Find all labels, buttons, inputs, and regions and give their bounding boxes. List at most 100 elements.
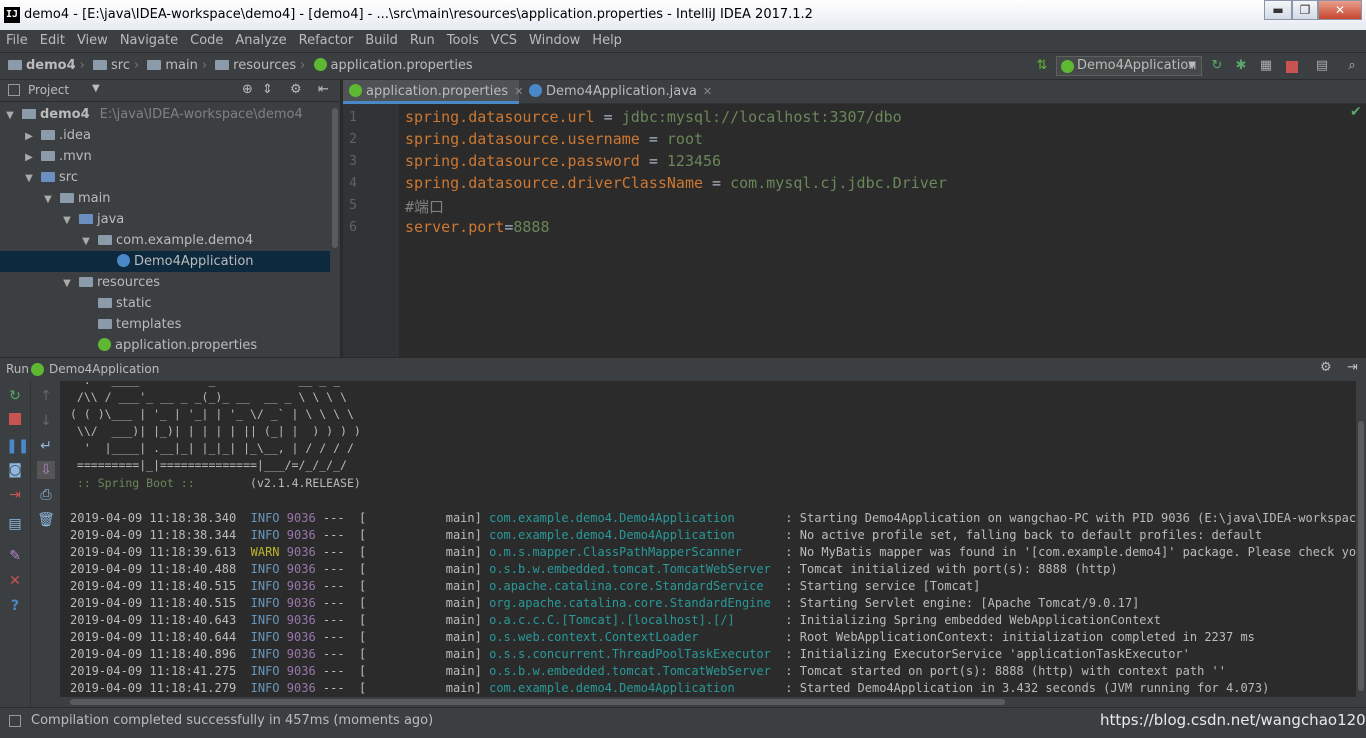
run-panel-label[interactable]: Run — [6, 362, 29, 376]
soft-wrap-icon[interactable]: ↵ — [37, 437, 55, 455]
minimize-button[interactable]: ▬ — [1264, 0, 1292, 20]
console-horizontal-scrollbar[interactable] — [60, 697, 1356, 707]
tree-item--mvn[interactable]: ▶ .mvn — [0, 146, 330, 167]
menu-build[interactable]: Build — [359, 30, 404, 52]
rerun-icon[interactable]: ↻ — [6, 387, 24, 405]
run-config-name[interactable]: Demo4Application — [49, 362, 159, 376]
tree-item-application-properties[interactable]: application.properties — [0, 335, 330, 356]
console-output[interactable]: . ____ _ __ _ _ /\\ / ___'_ __ _ _(_)_ _… — [60, 381, 1356, 697]
tree-item--idea[interactable]: ▶ .idea — [0, 125, 330, 146]
pin-icon[interactable]: ✎ — [6, 547, 24, 565]
expanded-arrow-icon[interactable]: ▼ — [4, 105, 16, 126]
tree-item-demo4application[interactable]: Demo4Application — [0, 251, 330, 272]
exit-icon[interactable]: ⇥ — [6, 486, 24, 504]
chevron-down-icon[interactable]: ▼ — [92, 83, 100, 94]
tree-item-main[interactable]: ▼ main — [0, 188, 330, 209]
collapse-all-icon[interactable]: ⇕ — [262, 82, 273, 97]
coverage-icon[interactable]: ▦ — [1258, 58, 1274, 74]
gear-icon[interactable]: ⚙ — [290, 82, 302, 97]
code-line[interactable]: spring.datasource.url = jdbc:mysql://loc… — [405, 108, 902, 126]
scrollbar-thumb[interactable] — [332, 108, 338, 248]
code-line[interactable]: spring.datasource.driverClassName = com.… — [405, 174, 947, 192]
debug-bug-icon[interactable]: ✱ — [1233, 58, 1249, 74]
menu-window[interactable]: Window — [523, 30, 586, 52]
tab-application-properties[interactable]: application.properties ✕ — [343, 80, 523, 104]
camera-dump-icon[interactable]: ◙ — [6, 461, 24, 479]
menu-view[interactable]: View — [71, 30, 114, 52]
arrow-down-icon[interactable]: ↓ — [37, 412, 55, 430]
layout-icon[interactable]: ▤ — [6, 515, 24, 533]
tree-item-label: Demo4Application — [134, 254, 254, 269]
stop-icon[interactable] — [6, 412, 24, 430]
help-icon[interactable]: ? — [6, 597, 24, 615]
code-line[interactable]: server.port=8888 — [405, 218, 550, 236]
menu-help[interactable]: Help — [586, 30, 628, 52]
print-icon[interactable]: ⎙ — [37, 486, 55, 504]
menu-tools[interactable]: Tools — [441, 30, 485, 52]
project-panel-title[interactable]: Project — [28, 83, 69, 97]
hide-panel-icon[interactable]: ⇥ — [1347, 360, 1358, 375]
tree-item-templates[interactable]: templates — [0, 314, 330, 335]
menu-vcs[interactable]: VCS — [485, 30, 523, 52]
crumb-application-properties[interactable]: application.properties — [313, 58, 473, 73]
code-line[interactable]: spring.datasource.password = 123456 — [405, 152, 721, 170]
log-level: INFO — [250, 681, 280, 695]
tree-item-com-example-demo4[interactable]: ▼ com.example.demo4 — [0, 230, 330, 251]
stop-icon[interactable] — [1286, 61, 1298, 73]
tool-windows-icon[interactable] — [9, 715, 21, 727]
expanded-arrow-icon[interactable]: ▼ — [42, 189, 54, 210]
search-icon[interactable]: ⌕ — [1344, 58, 1360, 74]
log-message: : No MyBatis mapper was found in '[com.e… — [778, 545, 1356, 559]
tree-item-java[interactable]: ▼ java — [0, 209, 330, 230]
property-key: spring.datasource.driverClassName — [405, 174, 704, 192]
expanded-arrow-icon[interactable]: ▼ — [23, 168, 35, 189]
crumb-src[interactable]: src — [93, 58, 130, 73]
close-button[interactable]: ✕ — [1318, 0, 1362, 20]
scrollbar-thumb[interactable] — [70, 699, 1005, 705]
menu-file[interactable]: File — [0, 30, 34, 52]
code-line[interactable]: spring.datasource.username = root — [405, 130, 703, 148]
rerun-icon[interactable]: ↻ — [1209, 58, 1225, 74]
tree-item-static[interactable]: static — [0, 293, 330, 314]
menu-code[interactable]: Code — [184, 30, 229, 52]
tree-item-label: .mvn — [59, 149, 92, 164]
pause-icon[interactable]: ❚❚ — [6, 437, 29, 455]
code-editor[interactable]: spring.datasource.url = jdbc:mysql://loc… — [399, 104, 1366, 357]
project-scrollbar[interactable] — [330, 102, 340, 357]
crumb-demo4[interactable]: demo4 — [8, 58, 76, 73]
project-structure-icon[interactable]: ▤ — [1314, 58, 1330, 74]
arrow-up-icon[interactable]: ↑ — [37, 387, 55, 405]
scroll-to-end-icon[interactable]: ⇩ — [37, 461, 55, 479]
tree-item-resources[interactable]: ▼ resources — [0, 272, 330, 293]
trash-icon[interactable]: 🗑 — [37, 511, 55, 529]
crumb-resources[interactable]: resources — [215, 58, 296, 73]
sort-arrows-icon[interactable]: ⇅ — [1034, 58, 1050, 74]
menu-edit[interactable]: Edit — [34, 30, 71, 52]
console-vertical-scrollbar[interactable] — [1356, 381, 1366, 707]
menu-run[interactable]: Run — [404, 30, 441, 52]
menu-navigate[interactable]: Navigate — [114, 30, 184, 52]
code-line[interactable]: #端口 — [405, 196, 444, 217]
hide-panel-icon[interactable]: ⇤ — [318, 82, 329, 97]
scrollbar-thumb[interactable] — [1358, 421, 1364, 691]
tree-item-demo4[interactable]: ▼ demo4 E:\java\IDEA-workspace\demo4 — [0, 104, 330, 125]
scroll-from-source-icon[interactable]: ⊕ — [242, 82, 253, 97]
close-icon[interactable]: ✕ — [703, 85, 712, 98]
log-line: 2019-04-09 11:18:40.643 INFO 9036 --- [ … — [70, 613, 1161, 627]
menu-analyze[interactable]: Analyze — [229, 30, 292, 52]
menu-refactor[interactable]: Refactor — [293, 30, 360, 52]
close-icon[interactable]: ✕ — [6, 572, 24, 590]
maximize-button[interactable]: ❐ — [1292, 0, 1318, 20]
expanded-arrow-icon[interactable]: ▼ — [80, 231, 92, 252]
crumb-main[interactable]: main — [147, 58, 198, 73]
folder-icon — [60, 193, 74, 203]
expanded-arrow-icon[interactable]: ▼ — [61, 273, 73, 294]
collapsed-arrow-icon[interactable]: ▶ — [23, 147, 35, 168]
expanded-arrow-icon[interactable]: ▼ — [61, 210, 73, 231]
tree-item-src[interactable]: ▼ src — [0, 167, 330, 188]
gear-icon[interactable]: ⚙ — [1320, 360, 1332, 375]
tab-demo4application-java[interactable]: Demo4Application.java ✕ — [523, 80, 712, 104]
collapsed-arrow-icon[interactable]: ▶ — [23, 126, 35, 147]
log-line: 2019-04-09 11:18:41.275 INFO 9036 --- [ … — [70, 664, 1226, 678]
run-configuration-select[interactable]: Demo4Application ▼ — [1056, 56, 1202, 76]
